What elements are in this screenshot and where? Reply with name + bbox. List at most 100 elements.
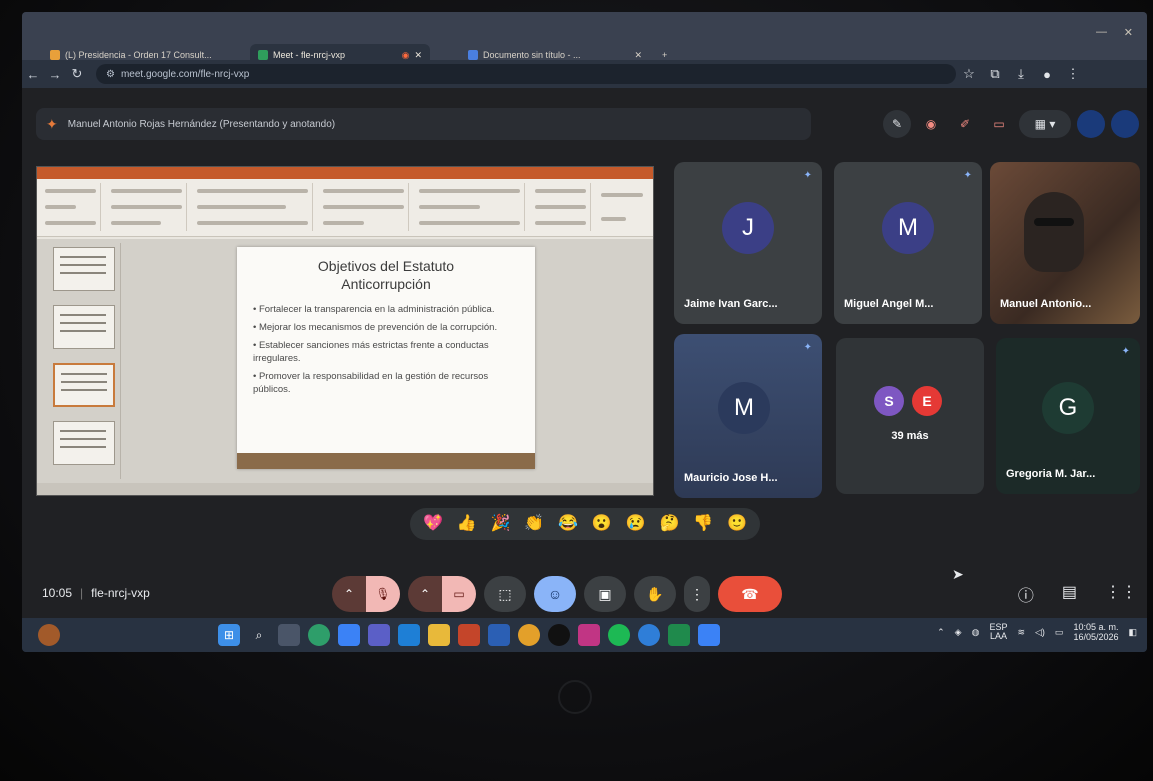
volume-icon[interactable]: ◁) <box>1035 627 1045 638</box>
mic-off-icon[interactable]: 🎙 <box>366 576 400 612</box>
forward-icon[interactable]: → <box>44 67 66 82</box>
annotate-icon[interactable]: ✎ <box>883 110 911 138</box>
slide-thumbnail-selected[interactable] <box>53 363 115 407</box>
clock[interactable]: 10:05 a. m. 16/05/2026 <box>1073 622 1118 642</box>
thumbs-down-reaction-icon[interactable]: 👎 <box>693 516 713 532</box>
participant-avatar: G <box>1042 382 1094 434</box>
bookmark-star-icon[interactable]: ☆ <box>956 66 982 82</box>
thumbs-up-reaction-icon[interactable]: 👍 <box>457 516 477 532</box>
present-icon: ▣ <box>598 585 612 602</box>
bullet-item: • Establecer sanciones más estrictas fre… <box>253 340 489 364</box>
self-view-avatar[interactable] <box>1077 110 1105 138</box>
add-reaction-icon[interactable]: 🙂 <box>727 516 747 532</box>
more-count-label: 39 más <box>891 430 929 442</box>
more-menu-icon[interactable]: ⋮ <box>1060 66 1086 82</box>
meeting-code: fle-nrcj-vxp <box>91 586 150 600</box>
mail-icon[interactable] <box>398 624 420 646</box>
close-tab-icon[interactable]: ✕ <box>634 50 642 61</box>
raise-hand-button[interactable]: ✋ <box>634 576 676 612</box>
slide-thumbnail[interactable] <box>53 421 115 465</box>
self-view-avatar-2[interactable] <box>1111 110 1139 138</box>
captions-button[interactable]: ⬚ <box>484 576 526 612</box>
activities-grid-icon[interactable]: ⋮⋮ <box>1105 582 1137 606</box>
mic-options-chevron-icon[interactable]: ⌃ <box>332 576 366 612</box>
pin-icon[interactable]: ✦ <box>964 170 972 181</box>
laugh-reaction-icon[interactable]: 😂 <box>558 516 578 532</box>
sad-reaction-icon[interactable]: 😢 <box>626 516 646 532</box>
leave-call-button[interactable]: ☎ <box>718 576 782 612</box>
slide-thumbnail[interactable] <box>53 247 115 291</box>
profile-icon[interactable]: ● <box>1034 67 1060 82</box>
edge-icon[interactable] <box>638 624 660 646</box>
participant-tile[interactable]: ✦ M Miguel Angel M... <box>834 162 982 324</box>
back-icon[interactable]: ← <box>22 67 44 82</box>
captions-icon: ⬚ <box>498 585 512 602</box>
url-field[interactable]: ⚙ meet.google.com/fle-nrcj-vxp <box>96 64 956 84</box>
download-icon[interactable]: ⤓ <box>1008 66 1034 82</box>
heart-reaction-icon[interactable]: 💖 <box>423 516 443 532</box>
present-button[interactable]: ▣ <box>584 576 626 612</box>
spotify-icon[interactable] <box>608 624 630 646</box>
site-info-icon[interactable]: ⚙ <box>106 69 115 80</box>
camera-off-icon[interactable]: ▭ <box>985 110 1013 138</box>
participant-tile[interactable]: ✦ M Mauricio Jose H... <box>674 334 822 498</box>
copilot-icon[interactable] <box>338 624 360 646</box>
thinking-reaction-icon[interactable]: 🤔 <box>660 516 680 532</box>
slide-thumbnails <box>41 243 121 479</box>
task-view-icon[interactable] <box>278 624 300 646</box>
ribbon-group <box>193 183 313 231</box>
close-tab-icon[interactable]: ✕ <box>414 50 422 61</box>
camera-options-chevron-icon[interactable]: ⌃ <box>408 576 442 612</box>
call-info: 10:05 | fle-nrcj-vxp <box>42 586 150 600</box>
pin-icon[interactable]: ✦ <box>804 170 812 181</box>
windows-taskbar: ⊞ ⌕ ⌃ ◈ ◍ ESP LAA ≋ ◁) ▭ 10:05 a. m. 16/… <box>22 618 1147 652</box>
extensions-icon[interactable]: ⧉ <box>982 66 1008 82</box>
wifi-icon[interactable]: ≋ <box>1017 627 1025 638</box>
word-icon[interactable] <box>488 624 510 646</box>
tray-app-icon[interactable]: ◍ <box>972 627 980 638</box>
avatar-initial: J <box>742 214 754 241</box>
participant-name: Gregoria M. Jar... <box>1006 468 1096 480</box>
pin-icon[interactable]: ✦ <box>804 342 812 353</box>
surprised-reaction-icon[interactable]: 😮 <box>592 516 612 532</box>
participant-tile[interactable]: ✦ J Jaime Ivan Garc... <box>674 162 822 324</box>
party-reaction-icon[interactable]: 🎉 <box>491 516 511 532</box>
reload-icon[interactable]: ↻ <box>66 66 88 82</box>
store-icon[interactable] <box>698 624 720 646</box>
chrome-icon[interactable] <box>518 624 540 646</box>
clap-reaction-icon[interactable]: 👏 <box>524 516 544 532</box>
notifications-icon[interactable]: ◧ <box>1128 627 1137 638</box>
edit-icon[interactable]: ✐ <box>951 110 979 138</box>
tab-favicon <box>50 50 60 60</box>
start-icon[interactable]: ⊞ <box>218 624 240 646</box>
minimize-icon[interactable]: — <box>1096 26 1107 38</box>
chevron-up-icon[interactable]: ⌃ <box>937 627 945 638</box>
file-explorer-icon[interactable] <box>428 624 450 646</box>
tiktok-icon[interactable] <box>548 624 570 646</box>
battery-icon[interactable]: ▭ <box>1055 627 1064 638</box>
powerpoint-icon[interactable] <box>458 624 480 646</box>
pin-icon[interactable]: ✦ <box>1122 346 1130 357</box>
layout-toggle[interactable]: ▦ ▾ <box>1019 110 1071 138</box>
language-indicator[interactable]: ESP LAA <box>989 623 1007 641</box>
more-options-button[interactable]: ⋮ <box>684 576 710 612</box>
participant-video-tile[interactable]: Manuel Antonio... <box>990 162 1140 324</box>
more-participants-tile[interactable]: S E 39 más <box>836 338 984 494</box>
search-icon[interactable]: ⌕ <box>248 624 270 646</box>
emoji-button[interactable]: ☺ <box>534 576 576 612</box>
instagram-icon[interactable] <box>578 624 600 646</box>
record-icon[interactable]: ◉ <box>917 110 945 138</box>
weather-widget-icon[interactable] <box>38 624 60 646</box>
excel-icon[interactable] <box>668 624 690 646</box>
participant-tile[interactable]: ✦ G Gregoria M. Jar... <box>996 338 1140 494</box>
powerpoint-ribbon <box>37 179 653 237</box>
info-icon[interactable]: ⓘ <box>1018 582 1034 606</box>
close-window-icon[interactable]: ✕ <box>1124 26 1133 39</box>
tray-app-icon[interactable]: ◈ <box>955 627 962 638</box>
teams-icon[interactable] <box>368 624 390 646</box>
avatar-initial: E <box>922 393 932 409</box>
slide-thumbnail[interactable] <box>53 305 115 349</box>
whatsapp-icon[interactable] <box>308 624 330 646</box>
camera-off-icon[interactable]: ▭ <box>442 576 476 612</box>
chat-icon[interactable]: ▤ <box>1062 582 1077 606</box>
